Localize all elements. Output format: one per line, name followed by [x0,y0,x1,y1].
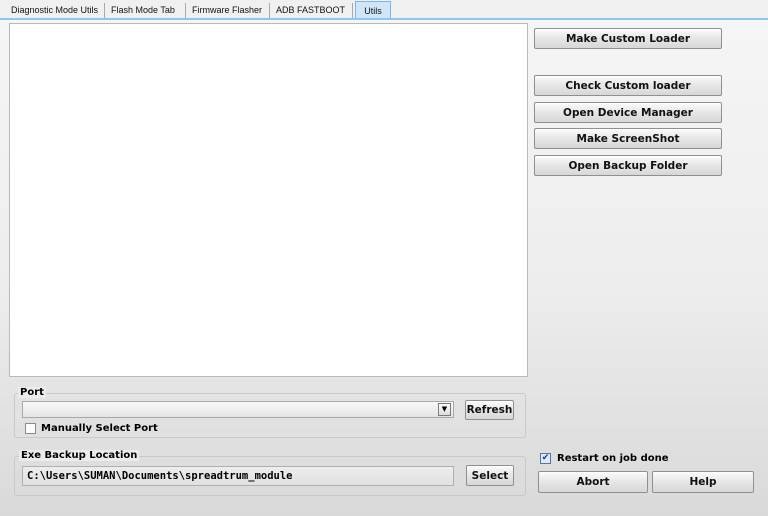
open-backup-folder-button[interactable]: Open Backup Folder [534,155,722,176]
tab-diagnostic-mode-utils[interactable]: Diagnostic Mode Utils [6,3,105,18]
chevron-down-icon[interactable]: ▼ [438,403,451,416]
manually-select-port-label: Manually Select Port [41,423,158,434]
port-group-title: Port [18,387,46,398]
select-button[interactable]: Select [466,465,514,486]
help-button[interactable]: Help [652,471,754,493]
tab-utils[interactable]: Utils [355,1,391,19]
tab-underline [0,18,768,20]
check-custom-loader-button[interactable]: Check Custom loader [534,75,722,96]
restart-on-job-done-label: Restart on job done [557,453,669,464]
checkmark-icon: ✔ [541,453,550,463]
main-window: Diagnostic Mode Utils Flash Mode Tab Fir… [0,0,768,516]
open-device-manager-button[interactable]: Open Device Manager [534,102,722,123]
abort-button[interactable]: Abort [538,471,648,493]
tab-firmware-flasher[interactable]: Firmware Flasher [187,3,270,18]
refresh-button[interactable]: Refresh [465,400,514,420]
tab-adb-fastboot[interactable]: ADB FASTBOOT [271,3,353,18]
log-output-area[interactable] [9,23,528,377]
port-select[interactable]: ▼ [22,401,454,418]
backup-path-field[interactable]: C:\Users\SUMAN\Documents\spreadtrum_modu… [22,466,454,486]
make-custom-loader-button[interactable]: Make Custom Loader [534,28,722,49]
backup-location-title: Exe Backup Location [19,450,140,461]
manually-select-port-checkbox[interactable] [25,423,36,434]
restart-on-job-done-checkbox[interactable]: ✔ [540,453,551,464]
tab-bar: Diagnostic Mode Utils Flash Mode Tab Fir… [0,0,768,19]
tab-flash-mode[interactable]: Flash Mode Tab [106,3,186,18]
make-screenshot-button[interactable]: Make ScreenShot [534,128,722,149]
